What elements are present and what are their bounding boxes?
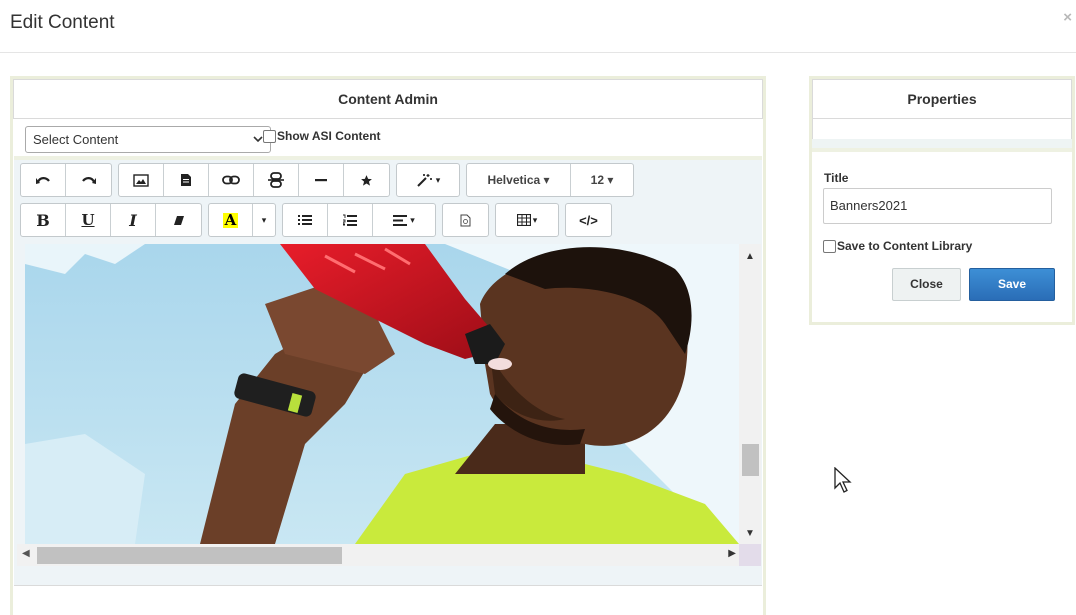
underline-button[interactable]: U (66, 204, 111, 236)
highlight-icon: A (222, 210, 239, 229)
bold-icon: B (36, 210, 50, 230)
italic-button[interactable]: I (111, 204, 156, 236)
modal-title: Edit Content (10, 12, 115, 33)
highlight-button[interactable]: A (209, 204, 253, 236)
code-view-button[interactable]: </> (566, 204, 611, 236)
highlight-caret[interactable]: ▾ (253, 204, 275, 236)
horizontal-scroll-thumb[interactable] (37, 547, 342, 564)
insert-group (118, 163, 390, 197)
scroll-down-icon[interactable]: ▼ (745, 528, 755, 539)
select-content-value: Select Content (33, 132, 119, 147)
rich-text-editor: ▾ Helvetica ▾ 12 ▾ B U I A ▾ ▾ ▾ </> ▲ ▼… (14, 156, 762, 585)
bold-button[interactable]: B (21, 204, 66, 236)
save-to-library-checkbox[interactable]: Save to Content Library (823, 239, 972, 253)
horizontal-scrollbar[interactable]: ◀ ▶ (17, 544, 739, 566)
code-icon: </> (579, 212, 598, 228)
mouse-cursor-icon (834, 466, 854, 500)
align-icon[interactable]: ▾ (373, 204, 435, 236)
properties-band (812, 119, 1072, 139)
select-row: Select Content Show ASI Content (13, 121, 763, 153)
image-icon[interactable] (119, 164, 164, 196)
close-button[interactable]: Close (892, 268, 961, 301)
content-admin-panel: Content Admin Select Content Show ASI Co… (10, 76, 766, 615)
ordered-list-icon[interactable] (328, 204, 373, 236)
select-content-dropdown[interactable]: Select Content (25, 126, 271, 153)
style-group: ▾ (396, 163, 460, 197)
toolbar-row-1: ▾ Helvetica ▾ 12 ▾ (20, 163, 640, 197)
save-to-library-label: Save to Content Library (837, 239, 973, 253)
properties-band-shaded (812, 139, 1072, 152)
scroll-right-icon[interactable]: ▶ (728, 548, 736, 559)
editor-footer-line (14, 585, 762, 586)
history-group (20, 163, 112, 197)
font-group: Helvetica ▾ 12 ▾ (466, 163, 634, 197)
caret-icon: ▾ (532, 214, 538, 225)
undo-icon[interactable] (21, 164, 66, 196)
magic-wand-icon[interactable]: ▾ (397, 164, 459, 196)
show-asi-checkbox-box[interactable] (263, 129, 276, 143)
properties-title: Properties (812, 79, 1072, 119)
banner-image[interactable] (25, 244, 739, 544)
save-button[interactable]: Save (969, 268, 1055, 301)
unordered-list-icon[interactable] (283, 204, 328, 236)
scroll-up-icon[interactable]: ▲ (745, 251, 755, 262)
modal-header: Edit Content × (0, 0, 1076, 53)
highlight-group: A ▾ (208, 203, 276, 237)
link-icon[interactable] (209, 164, 254, 196)
underline-icon: U (81, 211, 95, 229)
document-icon[interactable] (443, 204, 488, 236)
title-input[interactable]: Banners2021 (823, 188, 1052, 224)
italic-icon: I (129, 210, 137, 230)
modal-close-icon[interactable]: × (1063, 9, 1072, 26)
code-group: </> (565, 203, 612, 237)
table-group: ▾ (495, 203, 559, 237)
star-icon[interactable] (344, 164, 389, 196)
save-to-library-box[interactable] (823, 239, 836, 253)
vertical-scroll-thumb[interactable] (742, 444, 759, 476)
document-group (442, 203, 489, 237)
caret-icon: ▾ (435, 174, 441, 185)
scrollbar-corner (739, 544, 761, 566)
file-icon[interactable] (164, 164, 209, 196)
horizontal-rule-icon[interactable] (299, 164, 344, 196)
table-icon[interactable]: ▾ (496, 204, 558, 236)
list-group: ▾ (282, 203, 436, 237)
eraser-icon[interactable] (156, 204, 201, 236)
font-size-dropdown[interactable]: 12 ▾ (571, 164, 633, 196)
properties-panel: Properties Title Banners2021 Save to Con… (809, 76, 1075, 325)
scroll-left-icon[interactable]: ◀ (22, 548, 30, 559)
show-asi-checkbox[interactable]: Show ASI Content (263, 129, 381, 143)
content-admin-title: Content Admin (13, 79, 763, 119)
toolbar-row-2: B U I A ▾ ▾ ▾ </> (20, 203, 618, 237)
unlink-icon[interactable] (254, 164, 299, 196)
show-asi-label: Show ASI Content (277, 129, 381, 143)
title-label: Title (824, 171, 849, 185)
caret-icon: ▾ (410, 214, 415, 225)
vertical-scrollbar[interactable]: ▲ ▼ (739, 244, 761, 544)
redo-icon[interactable] (66, 164, 111, 196)
format-group: B U I (20, 203, 202, 237)
font-family-dropdown[interactable]: Helvetica ▾ (467, 164, 571, 196)
